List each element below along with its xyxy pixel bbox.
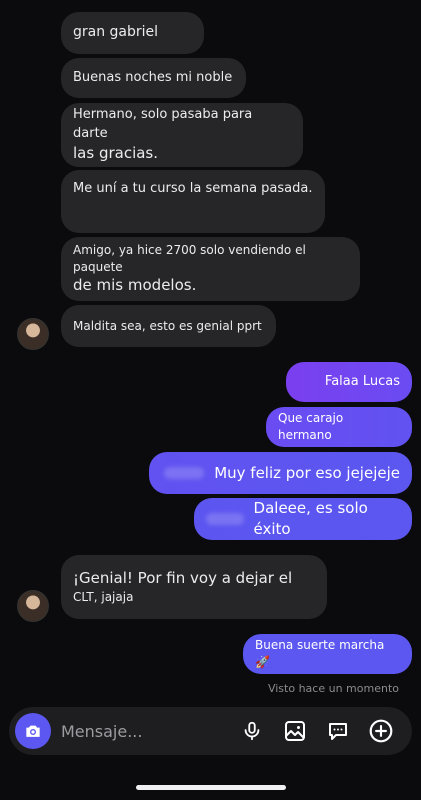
plus-icon — [369, 719, 393, 743]
incoming-message[interactable]: Hermano, solo pasaba para darte las grac… — [61, 103, 303, 167]
outgoing-message[interactable]: Daleee, es solo éxito — [194, 498, 412, 540]
incoming-message[interactable]: gran gabriel — [61, 12, 204, 54]
voice-button[interactable] — [237, 716, 267, 746]
message-text: gran gabriel — [73, 24, 159, 41]
redacted-text — [206, 513, 244, 525]
message-text: ¡Genial! Por fin voy a dejar el — [73, 569, 293, 588]
message-text: Maldita sea, esto es genial pprt — [73, 318, 262, 333]
contact-avatar[interactable] — [17, 590, 49, 622]
incoming-message[interactable]: ¡Genial! Por fin voy a dejar el CLT, jaj… — [61, 555, 327, 619]
seen-status: Visto hace un momento — [267, 682, 399, 695]
incoming-message[interactable]: Maldita sea, esto es genial pprt — [61, 305, 276, 347]
message-text: Buenas noches mi noble — [73, 69, 233, 85]
home-indicator[interactable] — [136, 785, 286, 790]
gallery-button[interactable] — [280, 716, 310, 746]
message-text: Daleee, es solo éxito — [253, 499, 368, 538]
message-text: Buena suerte marcha 🚀 — [255, 638, 385, 669]
camera-button[interactable] — [15, 713, 51, 749]
incoming-message[interactable]: Me uní a tu curso la semana pasada. — [61, 170, 325, 233]
microphone-icon — [244, 721, 260, 741]
outgoing-message[interactable]: Buena suerte marcha 🚀 — [243, 634, 412, 674]
more-button[interactable] — [366, 716, 396, 746]
message-text: de mis modelos. — [73, 276, 197, 295]
incoming-message[interactable]: Amigo, ya hice 2700 solo vendiendo el pa… — [61, 237, 360, 301]
message-input[interactable]: Mensaje... — [61, 722, 237, 741]
message-composer: Mensaje... — [9, 707, 412, 755]
outgoing-message[interactable]: Muy feliz por eso jejejeje — [149, 452, 412, 494]
contact-avatar[interactable] — [17, 318, 49, 350]
message-text: Amigo, ya hice 2700 solo vendiendo el pa… — [73, 242, 306, 274]
message-text: Que carajo hermano — [278, 411, 344, 442]
message-text: Falaa Lucas — [324, 373, 400, 389]
message-text: las gracias. — [73, 143, 159, 162]
sticker-button[interactable] — [323, 716, 353, 746]
message-text: CLT, jajaja — [73, 590, 134, 605]
camera-icon — [26, 725, 40, 737]
sticker-icon — [329, 723, 347, 740]
message-text: Me uní a tu curso la semana pasada. — [73, 181, 313, 196]
redacted-text — [164, 467, 205, 479]
outgoing-message[interactable]: Falaa Lucas — [286, 362, 412, 402]
image-icon — [285, 721, 305, 741]
incoming-message[interactable]: Buenas noches mi noble — [61, 58, 246, 98]
message-text: Muy feliz por eso jejejeje — [214, 463, 400, 482]
message-text: Hermano, solo pasaba para darte — [73, 107, 253, 141]
outgoing-message[interactable]: Que carajo hermano — [266, 407, 412, 447]
